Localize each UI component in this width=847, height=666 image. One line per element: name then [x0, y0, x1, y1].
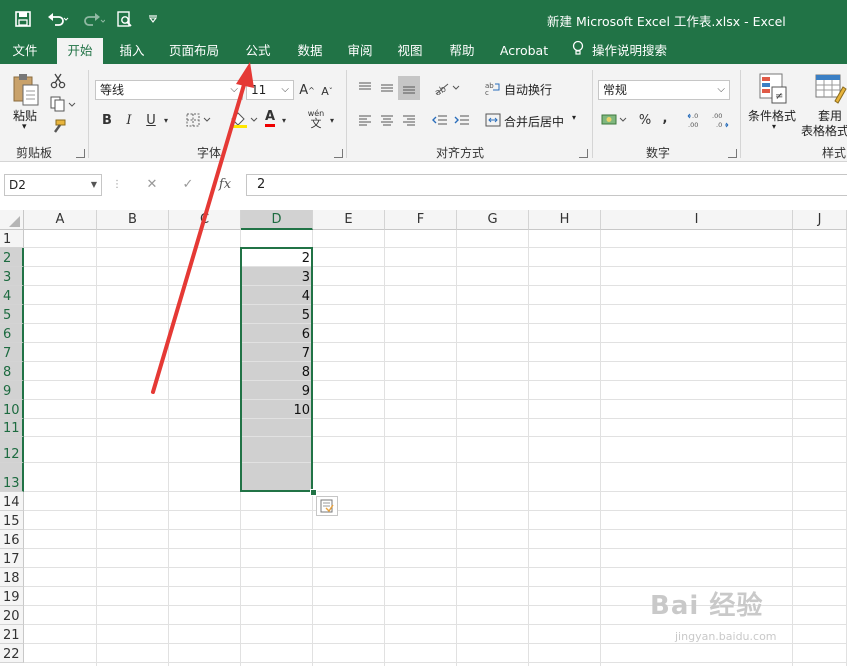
- baidu-watermark: Bai 经验: [650, 585, 763, 622]
- watermark-url: jingyan.baidu.com: [675, 630, 777, 643]
- watermark-logo-text: Bai 经验: [650, 591, 764, 621]
- annotation-arrow: [151, 62, 254, 394]
